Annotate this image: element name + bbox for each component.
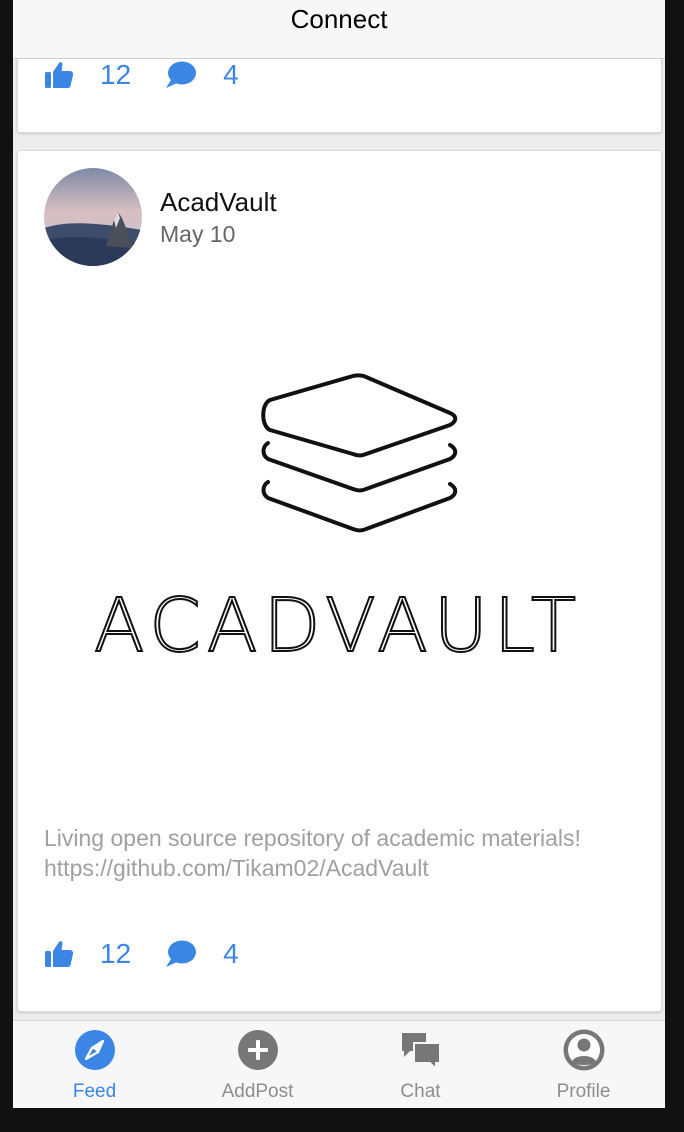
acadvault-logo: ACADVAULT (93, 373, 582, 670)
tab-profile[interactable]: Profile (502, 1021, 665, 1108)
tab-label: AddPost (221, 1081, 294, 1102)
avatar-mountain-image (44, 168, 142, 266)
like-button[interactable]: 12 (44, 59, 131, 91)
speech-bubble-icon (166, 61, 197, 88)
plus-circle-icon (238, 1030, 278, 1070)
tab-addpost[interactable]: AddPost (176, 1021, 339, 1108)
tab-label: Profile (556, 1081, 611, 1102)
comment-count: 4 (223, 59, 239, 90)
speech-bubble-icon (166, 940, 197, 967)
post-card: AcadVault May 10 ACADVAULT Living open s… (17, 150, 662, 1012)
chat-bubbles-icon (402, 1033, 441, 1071)
tab-bar: Feed AddPost Chat Profile (13, 1020, 665, 1108)
tab-feed[interactable]: Feed (13, 1021, 176, 1108)
tab-label: Feed (72, 1081, 117, 1102)
like-button[interactable]: 12 (44, 938, 131, 970)
post-body: Living open source repository of academi… (44, 825, 581, 881)
thumbs-up-icon (45, 941, 74, 967)
post-image[interactable]: ACADVAULT (78, 351, 598, 681)
like-count: 12 (100, 938, 132, 969)
nav-header: Connect (13, 0, 665, 59)
person-circle-icon (563, 1029, 605, 1071)
tab-label: Chat (400, 1081, 441, 1102)
logo-wordmark: ACADVAULT (94, 583, 582, 669)
app-screen: Connect 12 4 AcadVault May 10 ACADVAULT … (13, 0, 665, 1108)
page-title: Connect (290, 4, 388, 34)
comment-button[interactable]: 4 (165, 938, 239, 970)
thumbs-up-icon (45, 62, 74, 88)
post-actions: 12 4 (44, 934, 239, 974)
compass-icon (75, 1030, 115, 1070)
post-actions: 12 4 (44, 55, 239, 95)
post-date: May 10 (160, 221, 236, 247)
device-frame: Connect 12 4 AcadVault May 10 ACADVAULT … (0, 0, 684, 1132)
tab-chat[interactable]: Chat (339, 1021, 502, 1108)
like-count: 12 (100, 59, 132, 90)
comment-button[interactable]: 4 (165, 59, 239, 91)
comment-count: 4 (223, 938, 239, 969)
avatar[interactable] (44, 168, 142, 266)
post-author[interactable]: AcadVault (160, 187, 277, 218)
